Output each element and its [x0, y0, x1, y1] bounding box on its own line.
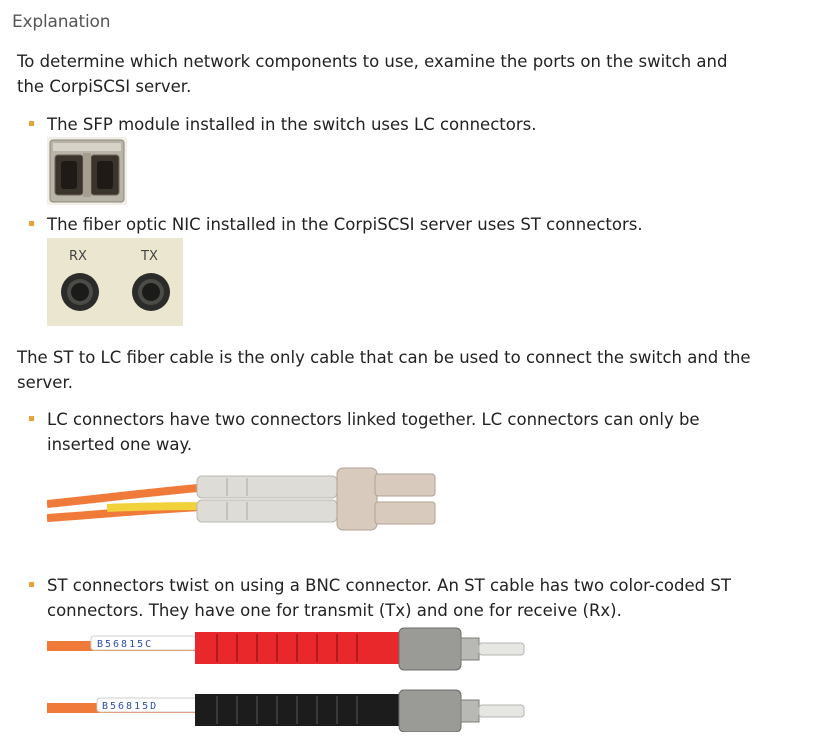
sfp-module-image [47, 137, 127, 205]
cable-statement-paragraph: The ST to LC fiber cable is the only cab… [17, 348, 751, 392]
tx-port [132, 273, 170, 311]
bullet-sfp-lc: The SFP module installed in the switch u… [29, 112, 767, 137]
lc-cable-image [47, 467, 436, 531]
nic-st-ports-image: RX TX [47, 238, 183, 326]
bullet-lc-connectors: LC connectors have two connectors linked… [29, 407, 767, 457]
bullet-st-connectors: ST connectors twist on using a BNC conne… [29, 573, 767, 623]
st-black-label: B56815D [102, 701, 158, 712]
bullet-nic-st: The fiber optic NIC installed in the Cor… [29, 212, 767, 237]
intro-paragraph: To determine which network components to… [17, 52, 728, 96]
explanation-title: Explanation [12, 12, 111, 32]
st-cable-image: B56815C B56815D [47, 627, 525, 732]
rx-port [61, 273, 99, 311]
st-red-label: B56815C [97, 639, 153, 650]
rx-label: RX [69, 249, 87, 264]
tx-label: TX [140, 249, 158, 264]
